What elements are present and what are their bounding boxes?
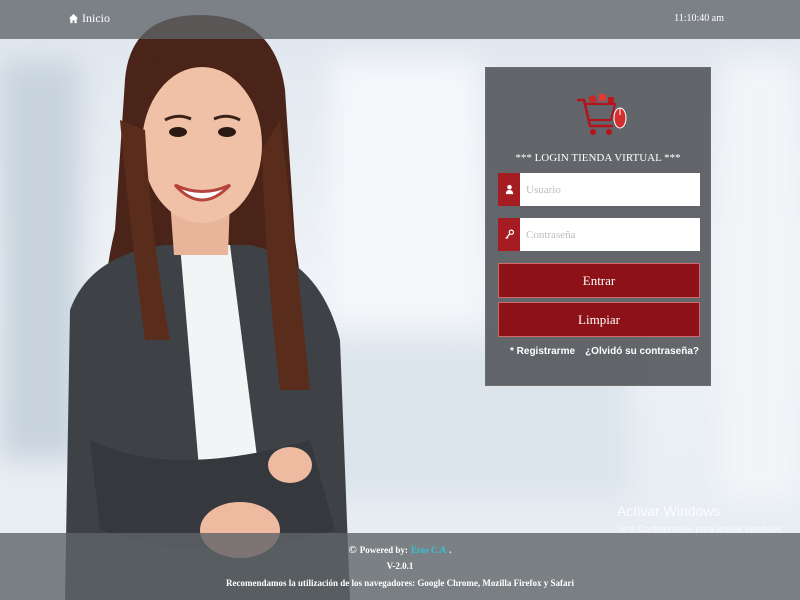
username-addon <box>498 173 520 206</box>
version-label: V-2.0.1 <box>386 561 414 571</box>
company-link[interactable]: Eros C.A <box>411 545 446 555</box>
password-field <box>498 218 700 251</box>
windows-activation-title: Activar Windows <box>617 503 721 519</box>
clear-button[interactable]: Limpiar <box>498 302 700 337</box>
top-navbar: Inicio 11:10:40 am <box>0 0 800 39</box>
home-icon <box>68 13 79 24</box>
user-icon <box>505 184 513 195</box>
username-field <box>498 173 700 206</box>
home-label: Inicio <box>82 11 110 25</box>
key-icon <box>504 229 514 240</box>
password-addon <box>498 218 520 251</box>
login-button[interactable]: Entrar <box>498 263 700 298</box>
browser-recommendation: Recomendamos la utilización de los naveg… <box>226 578 574 588</box>
cart-logo-icon <box>577 93 627 135</box>
footer: © Powered by: Eros C.A. V-2.0.1 Recomend… <box>0 533 800 600</box>
company-period: . <box>449 545 452 555</box>
password-input[interactable] <box>520 218 700 251</box>
username-input[interactable] <box>520 173 700 206</box>
background-window <box>720 60 800 500</box>
login-title: *** LOGIN TIENDA VIRTUAL *** <box>515 152 681 164</box>
forgot-password-link[interactable]: ¿Olvidó su contraseña? <box>585 346 699 357</box>
copyright-icon: © <box>348 544 357 556</box>
clock: 11:10:40 am <box>674 13 724 24</box>
powered-by-line: © Powered by: Eros C.A. <box>0 544 800 556</box>
business-woman-image <box>65 15 350 600</box>
login-panel: *** LOGIN TIENDA VIRTUAL *** Entrar Limp… <box>485 67 711 386</box>
register-link[interactable]: * Registrarme <box>510 346 575 357</box>
home-link[interactable]: Inicio <box>68 11 110 26</box>
powered-by-label: Powered by: <box>359 545 408 555</box>
